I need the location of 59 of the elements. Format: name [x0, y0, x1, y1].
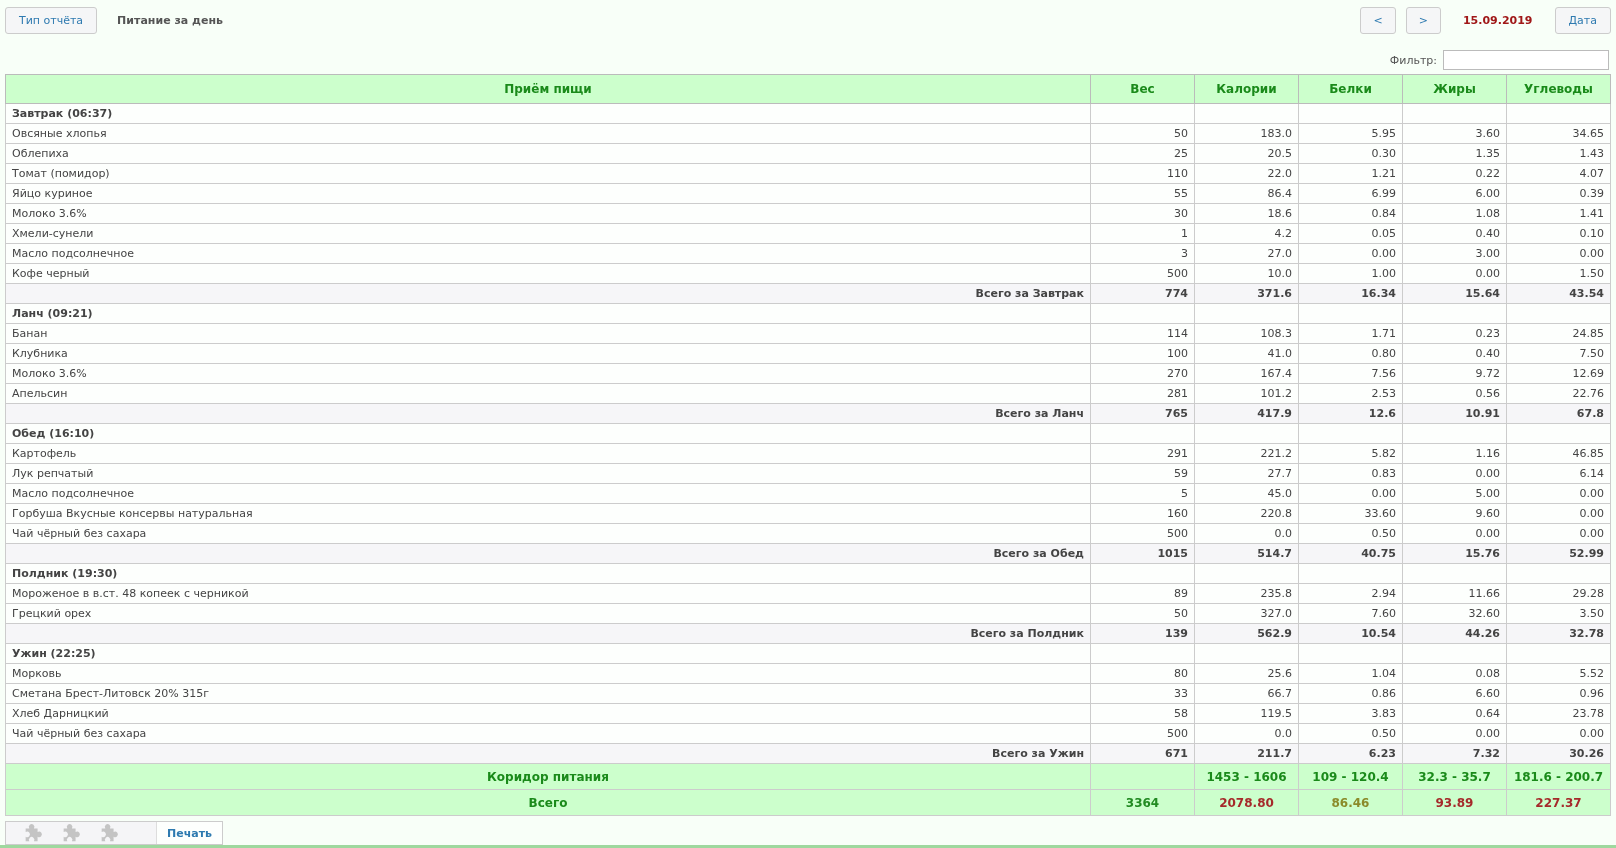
column-header: Углеводы [1506, 74, 1611, 104]
total-cell: 2078.80 [1194, 789, 1299, 816]
food-name: Масло подсолнечное [5, 483, 1091, 504]
total-cell: 93.89 [1402, 789, 1507, 816]
corridor-cell: 181.6 - 200.7 [1506, 763, 1611, 790]
total-cell: 3364 [1090, 789, 1195, 816]
filter-field[interactable] [1443, 50, 1609, 70]
print-button[interactable]: Печать [156, 822, 222, 844]
total-cell: 227.37 [1506, 789, 1611, 816]
food-name: Картофель [5, 443, 1091, 464]
total-cell: 86.46 [1298, 789, 1403, 816]
subtotal-label: Всего за Обед [5, 543, 1091, 564]
subtotal-label: Всего за Полдник [5, 623, 1091, 644]
meal-title: Обед (16:10) [5, 423, 1091, 444]
meal-title: Полдник (19:30) [5, 563, 1091, 584]
food-name: Молоко 3.6% [5, 363, 1091, 384]
report-type-button[interactable]: Тип отчёта [5, 6, 98, 34]
food-name: Чай чёрный без сахара [5, 523, 1091, 544]
corridor-cell: 32.3 - 35.7 [1402, 763, 1507, 790]
corridor-label: Коридор питания [5, 763, 1091, 790]
food-name: Апельсин [5, 383, 1091, 404]
food-name: Хмели-сунели [5, 223, 1091, 244]
date-text: 15.09.2019 [1462, 13, 1533, 27]
food-name: Яйцо куриное [5, 183, 1091, 204]
column-header: Вес [1090, 74, 1195, 104]
subtotal-label: Всего за Ужин [5, 743, 1091, 764]
food-name: Облепиха [5, 143, 1091, 164]
food-name: Лук репчатый [5, 463, 1091, 484]
food-name: Грецкий орех [5, 603, 1091, 624]
food-name: Масло подсолнечное [5, 243, 1091, 264]
filter-label: Фильтр: [1389, 53, 1437, 67]
column-header: Калории [1194, 74, 1299, 104]
food-name: Кофе черный [5, 263, 1091, 284]
subtotal-label: Всего за Завтрак [5, 283, 1091, 304]
food-name: Морковь [5, 663, 1091, 684]
page-title: Питание за день [117, 13, 223, 27]
food-name: Томат (помидор) [5, 163, 1091, 184]
food-name: Банан [5, 323, 1091, 344]
food-name: Сметана Брест-Литовск 20% 315г [5, 683, 1091, 704]
column-header: Приём пищи [5, 74, 1091, 104]
previous-button[interactable]: < [1360, 6, 1396, 34]
column-header: Белки [1298, 74, 1403, 104]
meal-title: Ужин (22:25) [5, 643, 1091, 664]
food-name: Клубника [5, 343, 1091, 364]
date-button[interactable]: Дата [1554, 6, 1611, 34]
meal-title: Ланч (09:21) [5, 303, 1091, 324]
food-name: Овсяные хлопья [5, 123, 1091, 144]
food-name: Горбуша Вкусные консервы натуральная [5, 503, 1091, 524]
food-name: Хлеб Дарницкий [5, 703, 1091, 724]
total-label: Всего [5, 789, 1091, 816]
corridor-cell: 109 - 120.4 [1298, 763, 1403, 790]
food-name: Мороженое в в.ст. 48 копеек с черникой [5, 583, 1091, 604]
meal-title: Завтрак (06:37) [5, 103, 1091, 124]
next-button[interactable]: > [1405, 6, 1441, 34]
column-header: Жиры [1402, 74, 1507, 104]
food-name: Молоко 3.6% [5, 203, 1091, 224]
subtotal-label: Всего за Ланч [5, 403, 1091, 424]
food-name: Чай чёрный без сахара [5, 723, 1091, 744]
corridor-cell: 1453 - 1606 [1194, 763, 1299, 790]
